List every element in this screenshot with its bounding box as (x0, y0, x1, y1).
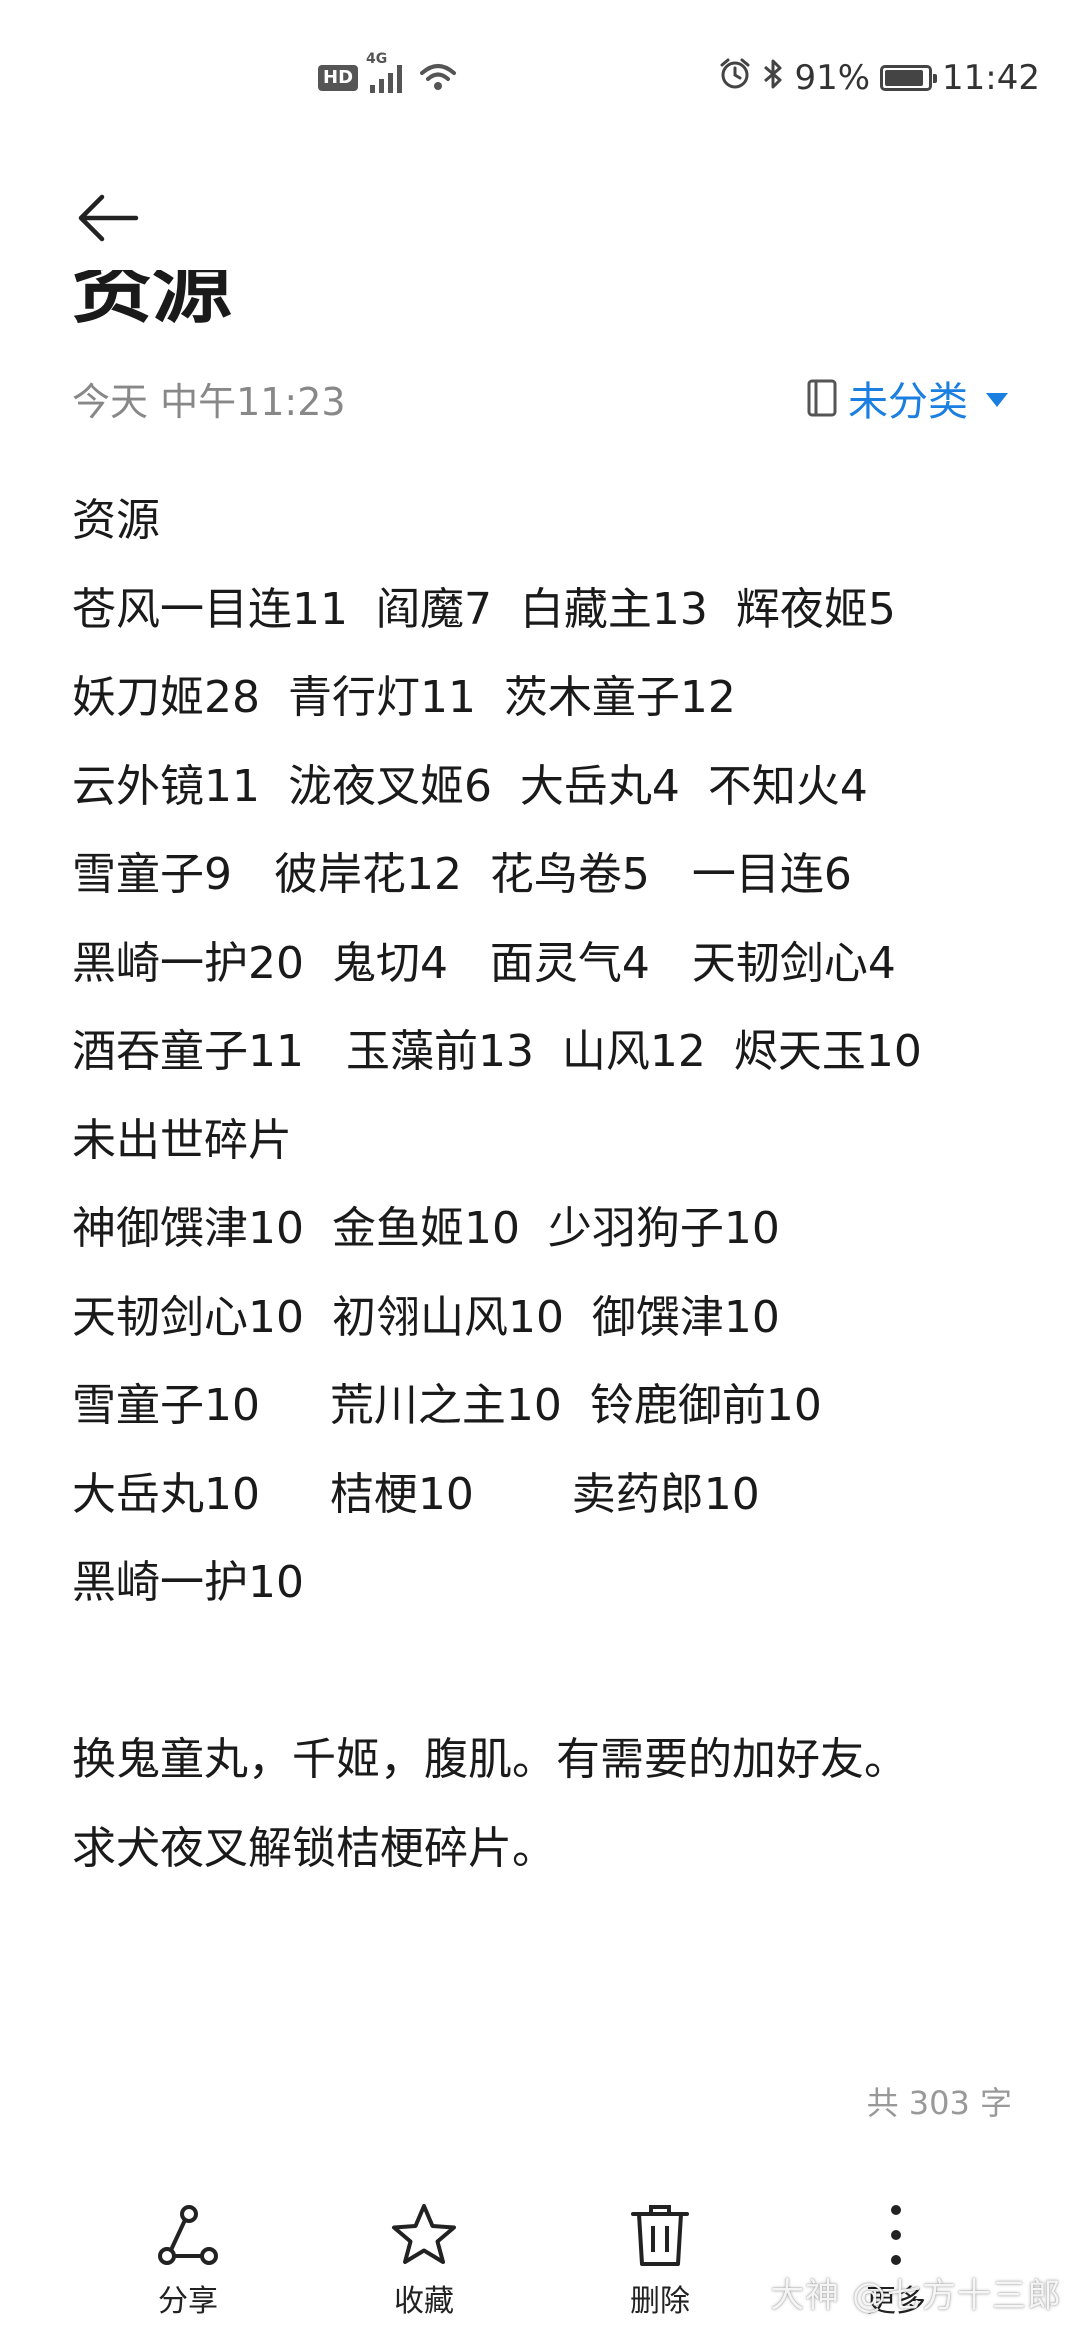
favorite-button[interactable]: 收藏 (354, 2200, 494, 2330)
note-line: 天韧剑心10 初翎山风10 御馔津10 (72, 1291, 780, 1343)
bottom-toolbar: 分享 收藏 删除 更多 (0, 2190, 1080, 2340)
note-line: 资源 (72, 495, 160, 547)
category-label: 未分类 (848, 379, 968, 425)
note-title[interactable]: 资源 (72, 270, 672, 350)
note-line: 酒吞童子11 玉藻前13 山风12 烬天玉10 (72, 1026, 922, 1078)
note-line: 雪童子9 彼岸花12 花鸟卷5 一目连6 (72, 849, 852, 901)
note-line: 黑崎一护10 (72, 1557, 304, 1609)
note-line: 未出世碎片 (72, 1114, 292, 1166)
network-type: 4G (366, 51, 388, 67)
status-left: HD 4G (318, 51, 458, 100)
bluetooth-icon (762, 57, 784, 100)
note-line: 苍风一目连11 阎魔7 白藏主13 辉夜姬5 (72, 583, 896, 635)
delete-label: 删除 (630, 2284, 690, 2319)
favorite-label: 收藏 (394, 2284, 454, 2319)
note-line: 黑崎一护20 鬼切4 面灵气4 天韧剑心4 (72, 937, 896, 989)
share-label: 分享 (158, 2284, 218, 2319)
note-line: 大岳丸10 桔梗10 卖药郎10 (72, 1468, 760, 1520)
back-arrow-icon (78, 194, 139, 242)
note-title-text: 资源 (72, 270, 232, 334)
status-bar: HD 4G 91% 11:42 (0, 0, 1080, 150)
trash-icon (631, 2205, 689, 2266)
hd-badge: HD (318, 65, 359, 91)
watermark: 大神 @七方十三郎 (770, 2276, 1062, 2316)
meta-row: 今天 中午11:23 未分类 (72, 368, 1008, 428)
more-vertical-icon (891, 2205, 901, 2265)
share-icon (158, 2205, 218, 2265)
back-button[interactable] (68, 178, 148, 258)
status-time: 11:42 (942, 58, 1040, 98)
note-line: 云外镜11 泷夜叉姬6 大岳丸4 不知火4 (72, 760, 868, 812)
signal-icon: 4G (366, 51, 408, 95)
note-line: 雪童子10 荒川之主10 铃鹿御前10 (72, 1380, 822, 1432)
note-line: 求犬夜叉解锁桔梗碎片。 (72, 1822, 556, 1874)
chevron-down-icon (986, 393, 1008, 407)
note-line (72, 1623, 1032, 1712)
share-button[interactable]: 分享 (118, 2200, 258, 2330)
wifi-icon (418, 59, 458, 97)
note-line: 妖刀姬28 青行灯11 茨木童子12 (72, 672, 736, 724)
delete-button[interactable]: 删除 (590, 2200, 730, 2330)
category-selector[interactable]: 未分类 (806, 369, 1008, 427)
note-line: 神御馔津10 金鱼姬10 少羽狗子10 (72, 1203, 780, 1255)
star-icon (392, 2204, 456, 2264)
battery-icon (880, 65, 938, 91)
battery-cap (933, 74, 938, 83)
battery-percentage: 91% (794, 58, 871, 98)
status-right: 91% 11:42 (718, 56, 1040, 100)
note-timestamp: 今天 中午11:23 (72, 379, 346, 424)
note-line: 换鬼童丸，千姬，腹肌。有需要的加好友。 (72, 1734, 908, 1786)
alarm-icon (718, 57, 752, 100)
notebook-icon (807, 379, 837, 417)
battery-level (885, 70, 923, 86)
word-count: 共 303 字 (866, 2084, 1012, 2122)
note-body[interactable]: 资源苍风一目连11 阎魔7 白藏主13 辉夜姬5 妖刀姬28 青行灯11 茨木童子… (72, 472, 1032, 1888)
